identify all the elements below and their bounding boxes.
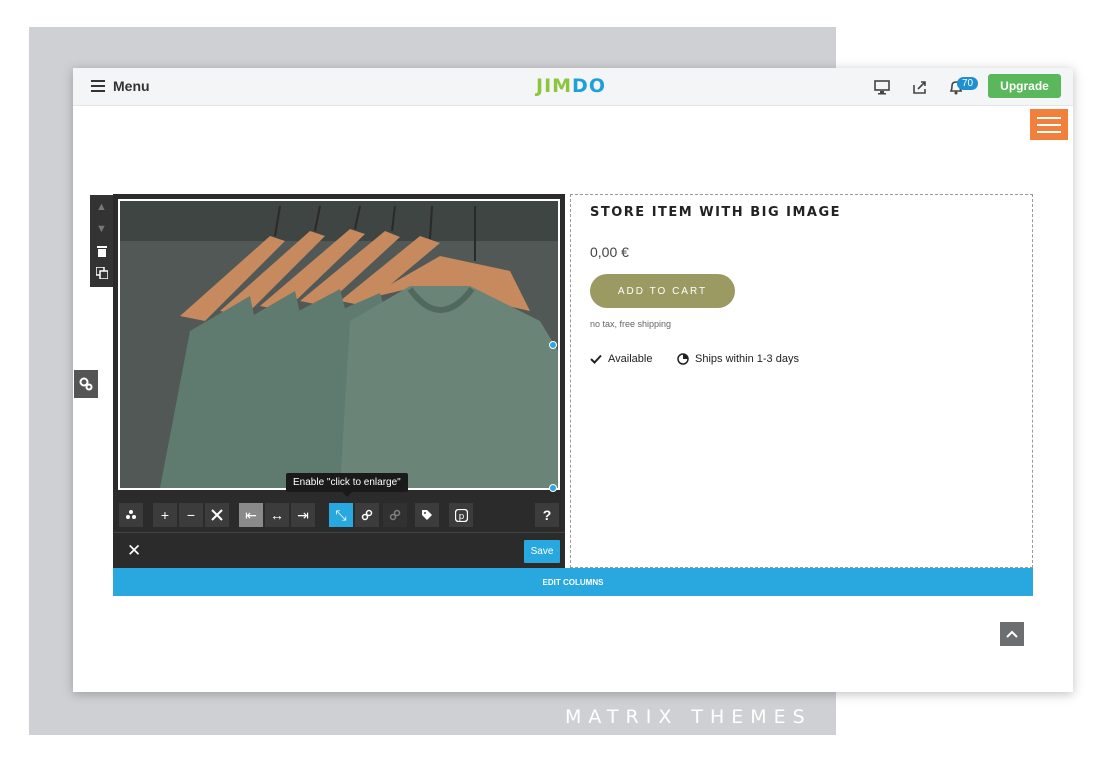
help-button[interactable]: ? — [535, 503, 559, 527]
share-icon[interactable] — [911, 78, 929, 96]
duplicate-icon[interactable] — [90, 263, 113, 283]
zoom-in-icon[interactable]: + — [153, 503, 177, 527]
product-title: STORE ITEM WITH BIG IMAGE — [590, 205, 842, 220]
chevron-up-icon[interactable]: ▲ — [90, 197, 113, 217]
add-to-cart-button[interactable]: ADD TO CART — [590, 274, 735, 308]
close-icon[interactable]: ✕ — [127, 541, 141, 561]
link-icon[interactable] — [355, 503, 379, 527]
align-center-icon[interactable]: ↔ — [265, 503, 289, 527]
block-tools: ▲ ▼ — [90, 195, 113, 287]
save-button[interactable]: Save — [524, 540, 560, 563]
clock-pie-icon — [677, 353, 689, 365]
align-right-icon[interactable]: ⇥ — [291, 503, 315, 527]
resize-handle[interactable] — [549, 484, 557, 492]
image-toolbar: + − ⇤ ↔ ⇥ ⤡ p ? — [113, 500, 565, 530]
chevron-down-icon[interactable]: ▼ — [90, 219, 113, 239]
desktop-preview-icon[interactable] — [873, 78, 891, 96]
top-bar: Menu JIMDO 70 Upgrade — [73, 68, 1073, 106]
menu-button[interactable]: Menu — [91, 78, 150, 94]
menu-label: Menu — [113, 78, 150, 94]
product-details: STORE ITEM WITH BIG IMAGE 0,00 € ADD TO … — [570, 194, 1033, 568]
tax-note: no tax, free shipping — [590, 319, 672, 329]
chevron-up-icon — [1006, 630, 1018, 638]
settings-gear-icon[interactable] — [74, 370, 98, 398]
pinterest-icon[interactable]: p — [449, 503, 473, 527]
notification-badge: 70 — [957, 77, 979, 90]
enlarge-icon[interactable]: ⤡ — [329, 503, 353, 527]
align-left-icon[interactable]: ⇤ — [239, 503, 263, 527]
trash-icon[interactable] — [90, 241, 113, 261]
upgrade-button[interactable]: Upgrade — [988, 74, 1061, 98]
jimdo-logo: JIMDO — [536, 75, 606, 97]
resize-handle[interactable] — [549, 341, 557, 349]
checkmark-icon — [590, 354, 602, 364]
svg-text:p: p — [458, 512, 464, 522]
fit-icon[interactable] — [205, 503, 229, 527]
edit-columns-button[interactable]: EDIT COLUMNS — [113, 568, 1033, 596]
watermark: MATRIX THEMES — [565, 706, 812, 728]
product-price: 0,00 € — [590, 244, 629, 260]
filter-icon[interactable] — [119, 503, 143, 527]
availability-status: Available — [590, 353, 652, 365]
tooltip: Enable "click to enlarge" — [286, 473, 408, 497]
zoom-out-icon[interactable]: − — [179, 503, 203, 527]
site-navigation-toggle[interactable] — [1030, 109, 1068, 140]
scroll-to-top-button[interactable] — [1000, 622, 1024, 646]
menu-icon — [91, 80, 105, 92]
product-image[interactable] — [118, 199, 560, 490]
unlink-icon[interactable] — [383, 503, 407, 527]
editor-action-bar: ✕ Save — [113, 532, 565, 569]
shipping-info: Ships within 1-3 days — [677, 353, 799, 365]
tag-icon[interactable] — [415, 503, 439, 527]
editor-window: Menu JIMDO 70 Upgrade ▲ ▼ Enable "click … — [73, 68, 1073, 692]
